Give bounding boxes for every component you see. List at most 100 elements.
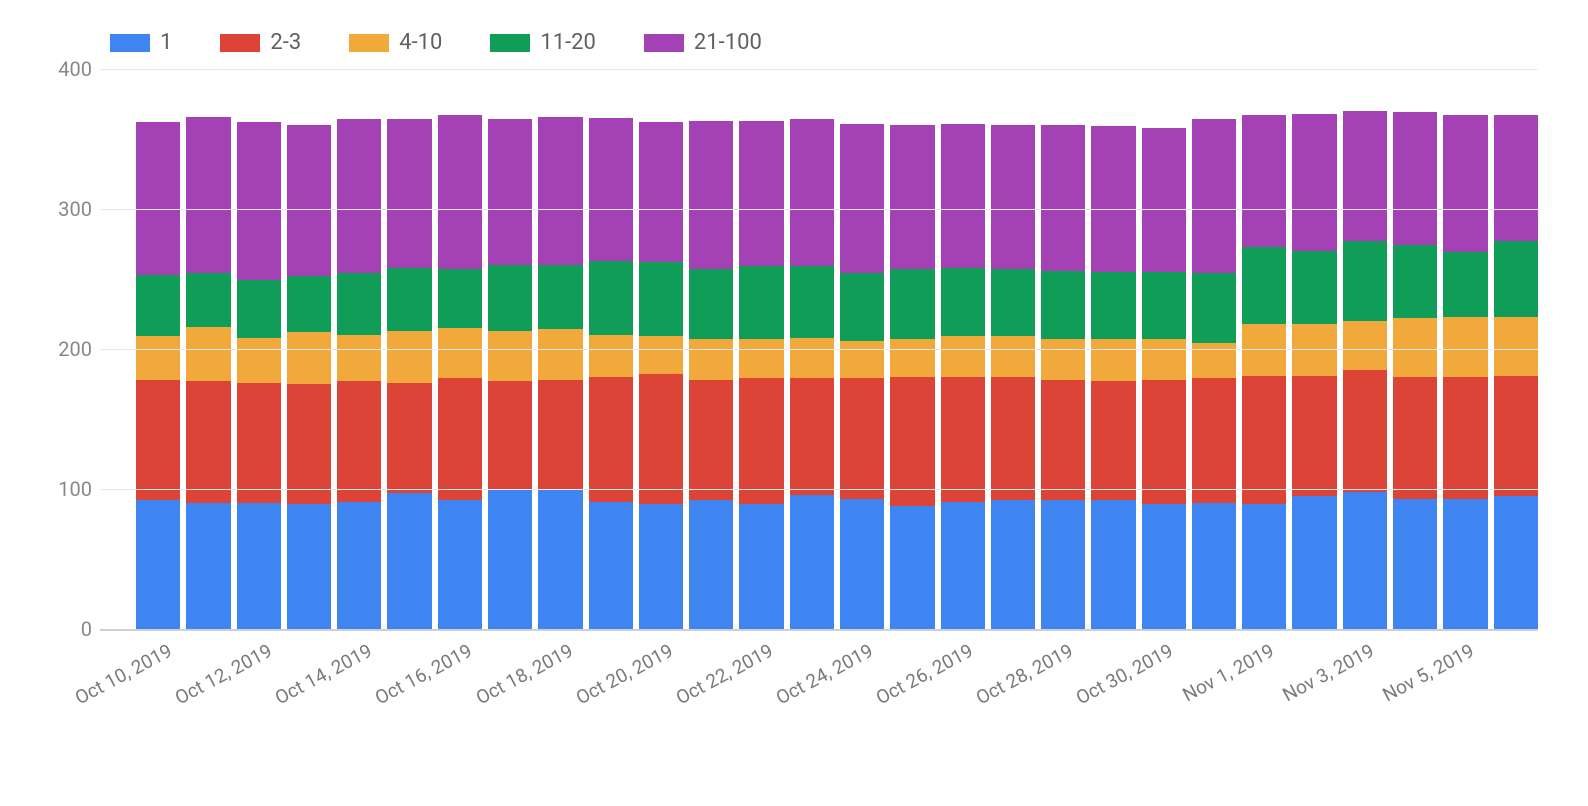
bar-segment-2-3 bbox=[287, 384, 331, 504]
bar-segment-1 bbox=[1494, 496, 1538, 629]
bar-segment-1 bbox=[639, 504, 683, 629]
chart-container: 1 2-3 4-10 11-20 21-100 0100200300400 Oc… bbox=[0, 0, 1588, 806]
bar-segment-1 bbox=[991, 500, 1035, 629]
bar-segment-11-20 bbox=[991, 269, 1035, 336]
bar[interactable] bbox=[689, 121, 733, 629]
bar[interactable] bbox=[1343, 111, 1387, 629]
bar[interactable] bbox=[739, 121, 783, 629]
bar-segment-2-3 bbox=[387, 383, 431, 494]
legend-item-4-10[interactable]: 4-10 bbox=[349, 30, 442, 55]
bar-segment-1 bbox=[237, 503, 281, 629]
bar[interactable] bbox=[1142, 128, 1186, 629]
bar[interactable] bbox=[1041, 125, 1085, 629]
bar-segment-4-10 bbox=[1343, 321, 1387, 370]
legend-item-1[interactable]: 1 bbox=[110, 30, 172, 55]
bar[interactable] bbox=[1242, 115, 1286, 629]
bar-segment-2-3 bbox=[1494, 376, 1538, 496]
bar-segment-1 bbox=[438, 500, 482, 629]
bar-segment-11-20 bbox=[890, 269, 934, 339]
bar-segment-11-20 bbox=[1091, 272, 1135, 339]
bar-segment-21-100 bbox=[287, 125, 331, 276]
bar-segment-21-100 bbox=[1343, 111, 1387, 241]
bar[interactable] bbox=[136, 122, 180, 629]
bar-segment-1 bbox=[136, 500, 180, 629]
bar[interactable] bbox=[991, 125, 1035, 629]
bar-segment-4-10 bbox=[991, 336, 1035, 377]
bar[interactable] bbox=[186, 117, 230, 629]
bar-segment-11-20 bbox=[1393, 245, 1437, 318]
bar[interactable] bbox=[1292, 114, 1336, 629]
bar-segment-1 bbox=[1443, 499, 1487, 629]
bar-segment-4-10 bbox=[790, 338, 834, 379]
bar-segment-21-100 bbox=[387, 119, 431, 267]
bar-segment-2-3 bbox=[1142, 380, 1186, 505]
bar[interactable] bbox=[287, 125, 331, 629]
bar-segment-4-10 bbox=[589, 335, 633, 377]
bar-segment-2-3 bbox=[790, 378, 834, 494]
bar[interactable] bbox=[538, 117, 582, 629]
bar[interactable] bbox=[840, 124, 884, 629]
legend-item-11-20[interactable]: 11-20 bbox=[490, 30, 596, 55]
bar-segment-21-100 bbox=[1242, 115, 1286, 247]
bar[interactable] bbox=[438, 115, 482, 629]
x-tick-label: Oct 12, 2019 bbox=[171, 639, 276, 709]
bar-segment-21-100 bbox=[1393, 112, 1437, 245]
x-tick-label: Oct 20, 2019 bbox=[572, 639, 677, 709]
legend-item-2-3[interactable]: 2-3 bbox=[220, 30, 301, 55]
bar-segment-4-10 bbox=[1091, 339, 1135, 381]
bar[interactable] bbox=[337, 119, 381, 629]
bar[interactable] bbox=[639, 122, 683, 629]
bar[interactable] bbox=[890, 125, 934, 629]
gridline bbox=[100, 209, 1538, 210]
bar[interactable] bbox=[941, 124, 985, 629]
bar-segment-2-3 bbox=[438, 378, 482, 500]
x-tick-label: Oct 26, 2019 bbox=[872, 639, 977, 709]
legend-swatch-2-3-icon bbox=[220, 34, 260, 52]
plot-area: 0100200300400 bbox=[100, 69, 1538, 629]
x-tick-label: Oct 22, 2019 bbox=[672, 639, 777, 709]
bar-segment-2-3 bbox=[639, 374, 683, 504]
bar[interactable] bbox=[589, 118, 633, 629]
bar-segment-1 bbox=[186, 503, 230, 629]
bar-segment-1 bbox=[1393, 499, 1437, 629]
gridline bbox=[100, 69, 1538, 70]
bar-segment-11-20 bbox=[387, 268, 431, 331]
bar[interactable] bbox=[790, 119, 834, 629]
bar-segment-21-100 bbox=[1192, 119, 1236, 273]
bar-segment-4-10 bbox=[840, 341, 884, 379]
bar-segment-11-20 bbox=[1242, 247, 1286, 324]
bar-segment-2-3 bbox=[739, 378, 783, 504]
bar-segment-2-3 bbox=[337, 381, 381, 501]
bar[interactable] bbox=[488, 119, 532, 629]
legend-swatch-21-100-icon bbox=[644, 34, 684, 52]
bar[interactable] bbox=[1393, 112, 1437, 629]
bar-segment-21-100 bbox=[689, 121, 733, 269]
bar-segment-4-10 bbox=[739, 339, 783, 378]
bar-segment-1 bbox=[840, 499, 884, 629]
bar[interactable] bbox=[1443, 115, 1487, 629]
bar-segment-2-3 bbox=[689, 380, 733, 500]
x-tick-label: Oct 24, 2019 bbox=[772, 639, 877, 709]
bar-segment-21-100 bbox=[840, 124, 884, 274]
bar-segment-11-20 bbox=[1494, 241, 1538, 317]
bar[interactable] bbox=[1192, 119, 1236, 629]
bar-segment-21-100 bbox=[186, 117, 230, 274]
bar-segment-11-20 bbox=[136, 275, 180, 337]
bar[interactable] bbox=[387, 119, 431, 629]
bar-segment-1 bbox=[387, 493, 431, 629]
bar[interactable] bbox=[1091, 126, 1135, 629]
bar-segment-1 bbox=[890, 506, 934, 629]
bar-segment-4-10 bbox=[237, 338, 281, 383]
bar[interactable] bbox=[1494, 115, 1538, 629]
bar-segment-1 bbox=[790, 495, 834, 629]
bar-segment-21-100 bbox=[488, 119, 532, 265]
legend-item-21-100[interactable]: 21-100 bbox=[644, 30, 762, 55]
bar-segment-4-10 bbox=[438, 328, 482, 378]
bar-segment-21-100 bbox=[589, 118, 633, 261]
bar-segment-1 bbox=[337, 502, 381, 629]
bar-segment-1 bbox=[1343, 492, 1387, 629]
bar-segment-2-3 bbox=[1192, 378, 1236, 503]
legend-swatch-4-10-icon bbox=[349, 34, 389, 52]
bar[interactable] bbox=[237, 122, 281, 629]
bar-segment-4-10 bbox=[287, 332, 331, 384]
